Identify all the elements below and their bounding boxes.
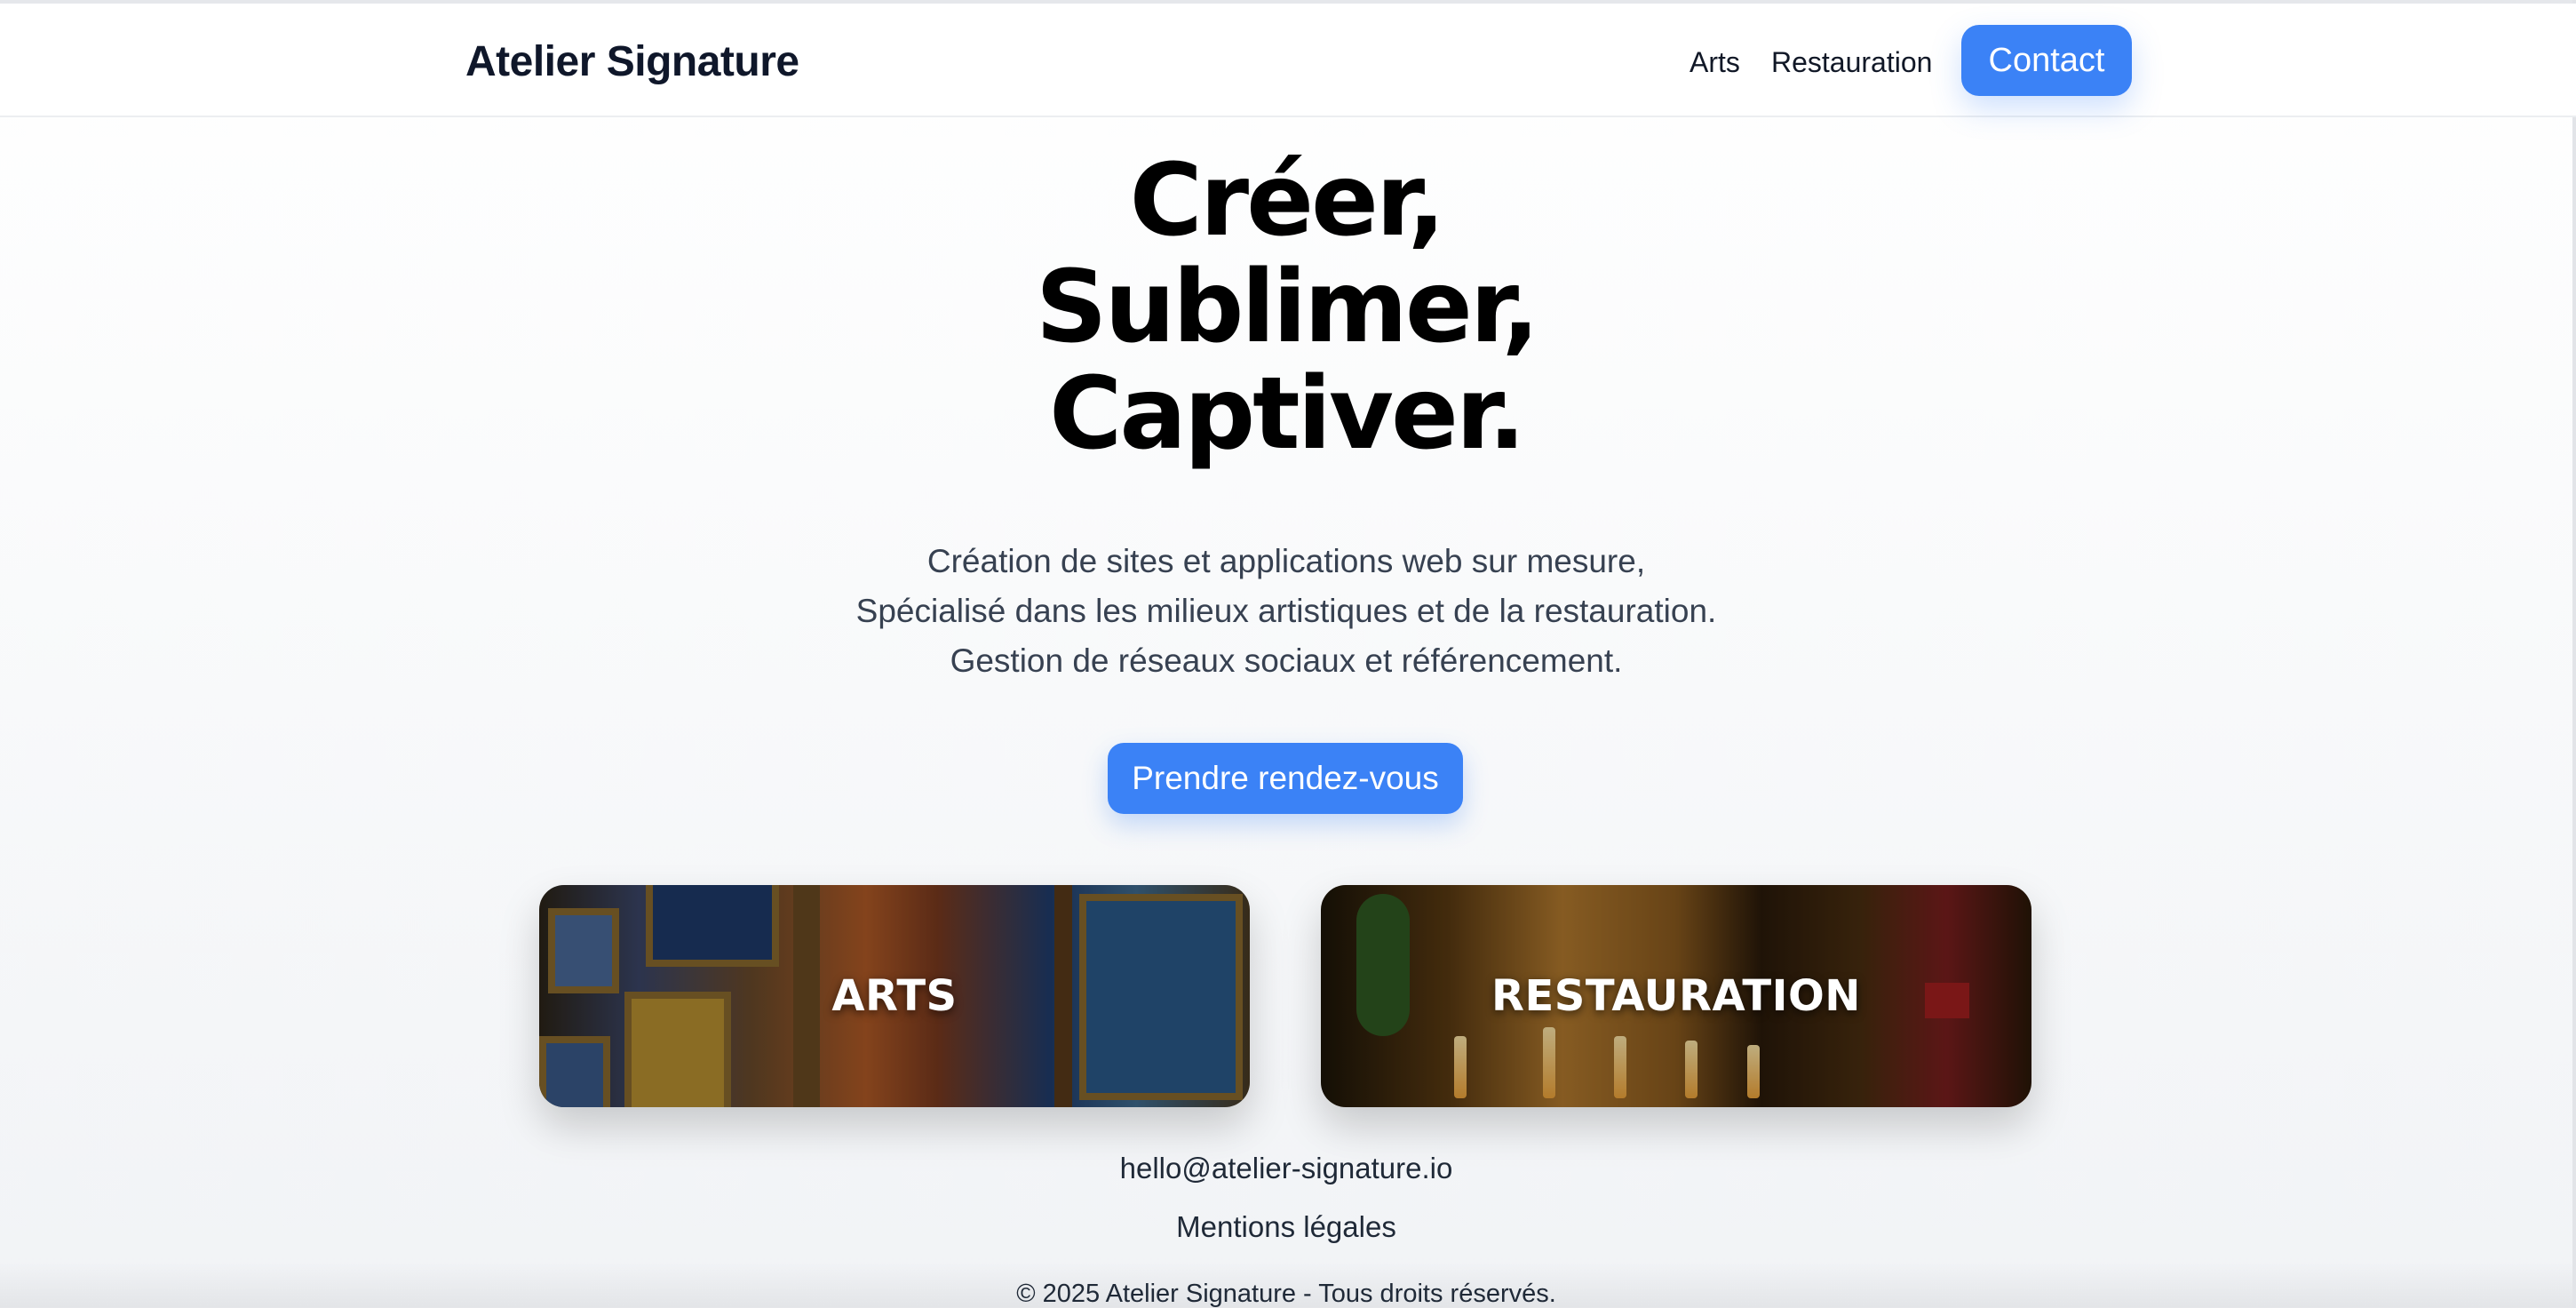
arts-card[interactable]: ARTS — [539, 885, 1250, 1107]
copyright-text: © 2025 Atelier Signature - Tous droits r… — [1016, 1280, 1556, 1308]
arts-card-label: ARTS — [831, 971, 958, 1021]
legal-notice-link[interactable]: Mentions légales — [0, 1210, 2572, 1244]
nav-link-restauration[interactable]: Restauration — [1771, 46, 1932, 79]
hero-subtitle-line: Création de sites et applications web su… — [926, 543, 1646, 579]
hero-subtitle-line: Gestion de réseaux sociaux et référencem… — [950, 642, 1623, 679]
contact-email-link[interactable]: hello@atelier-signature.io — [0, 1152, 2572, 1185]
nav-link-arts[interactable]: Arts — [1690, 46, 1740, 79]
contact-button[interactable]: Contact — [1961, 25, 2132, 96]
window-scrollbar-track — [2572, 0, 2576, 1308]
site-header: Atelier Signature Arts Restauration Cont… — [0, 4, 2576, 117]
restauration-card-label: RESTAURATION — [1491, 971, 1861, 1021]
restauration-card[interactable]: RESTAURATION — [1321, 885, 2031, 1107]
hero-subtitle: Création de sites et applications web su… — [0, 537, 2572, 686]
hero-subtitle-line: Spécialisé dans les milieux artistiques … — [855, 593, 1717, 629]
book-appointment-button[interactable]: Prendre rendez-vous — [1108, 743, 1463, 814]
hero-title-line: Créer, — [1129, 143, 1446, 259]
hero-title-line: Sublimer, — [1035, 250, 1539, 365]
hero-title-line: Captiver. — [1049, 356, 1526, 472]
hero-title: Créer, Sublimer, Captiver. — [0, 148, 2572, 467]
brand-logo[interactable]: Atelier Signature — [465, 37, 799, 86]
